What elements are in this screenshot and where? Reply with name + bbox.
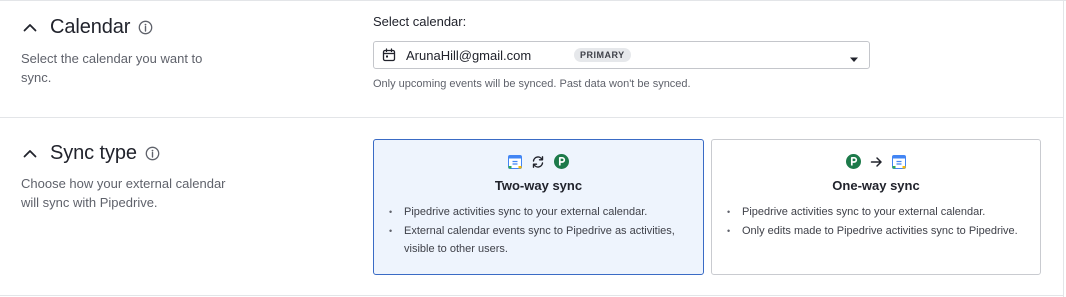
calendar-section-header: Calendar (21, 16, 153, 39)
two-way-sync-details: Pipedrive activities sync to your extern… (388, 203, 691, 259)
calendar-section-description: Select the calendar you want to sync. (21, 51, 203, 85)
chevron-up-icon[interactable] (21, 19, 39, 37)
primary-badge: PRIMARY (574, 48, 631, 62)
list-item: External calendar events sync to Pipedri… (388, 222, 691, 259)
frame-top-border (0, 0, 1066, 1)
two-way-sync-icon (531, 155, 545, 174)
sync-type-section-description: Choose how your external calendar will s… (21, 176, 226, 210)
one-way-sync-details: Pipedrive activities sync to your extern… (726, 203, 1028, 240)
two-way-sync-title: Two-way sync (494, 178, 583, 193)
frame-right-border (1063, 0, 1064, 297)
sync-type-section-title: Sync type (50, 142, 137, 164)
list-item: Pipedrive activities sync to your extern… (726, 203, 1028, 222)
frame-bottom-border (0, 295, 1064, 296)
two-way-sync-option[interactable]: Two-way sync Pipedrive activities sync t… (373, 139, 704, 275)
list-item: Pipedrive activities sync to your extern… (388, 203, 691, 222)
selected-calendar-value: ArunaHill@gmail.com (406, 47, 532, 63)
arrow-right-icon (870, 155, 883, 173)
google-calendar-icon (892, 154, 906, 174)
sync-type-section-header: Sync type (21, 142, 160, 165)
section-divider (0, 117, 1064, 118)
one-way-sync-icons (712, 154, 1040, 174)
pipedrive-logo-icon (846, 154, 861, 174)
chevron-up-icon[interactable] (21, 145, 39, 163)
info-icon[interactable] (145, 146, 160, 161)
calendar-section-title: Calendar (50, 16, 131, 38)
one-way-sync-option[interactable]: One-way sync Pipedrive activities sync t… (711, 139, 1041, 275)
list-item: Only edits made to Pipedrive activities … (726, 222, 1028, 241)
one-way-sync-title: One-way sync (832, 178, 920, 193)
calendar-icon (382, 48, 396, 62)
google-calendar-icon (508, 154, 522, 174)
two-way-sync-icons (374, 154, 703, 174)
calendar-select[interactable]: ArunaHill@gmail.com PRIMARY (373, 41, 870, 69)
info-icon[interactable] (138, 20, 153, 35)
select-calendar-label: Select calendar: (373, 14, 467, 29)
pipedrive-logo-icon (554, 154, 569, 174)
sync-helper-text: Only upcoming events will be synced. Pas… (373, 78, 691, 90)
caret-down-icon (849, 51, 859, 62)
